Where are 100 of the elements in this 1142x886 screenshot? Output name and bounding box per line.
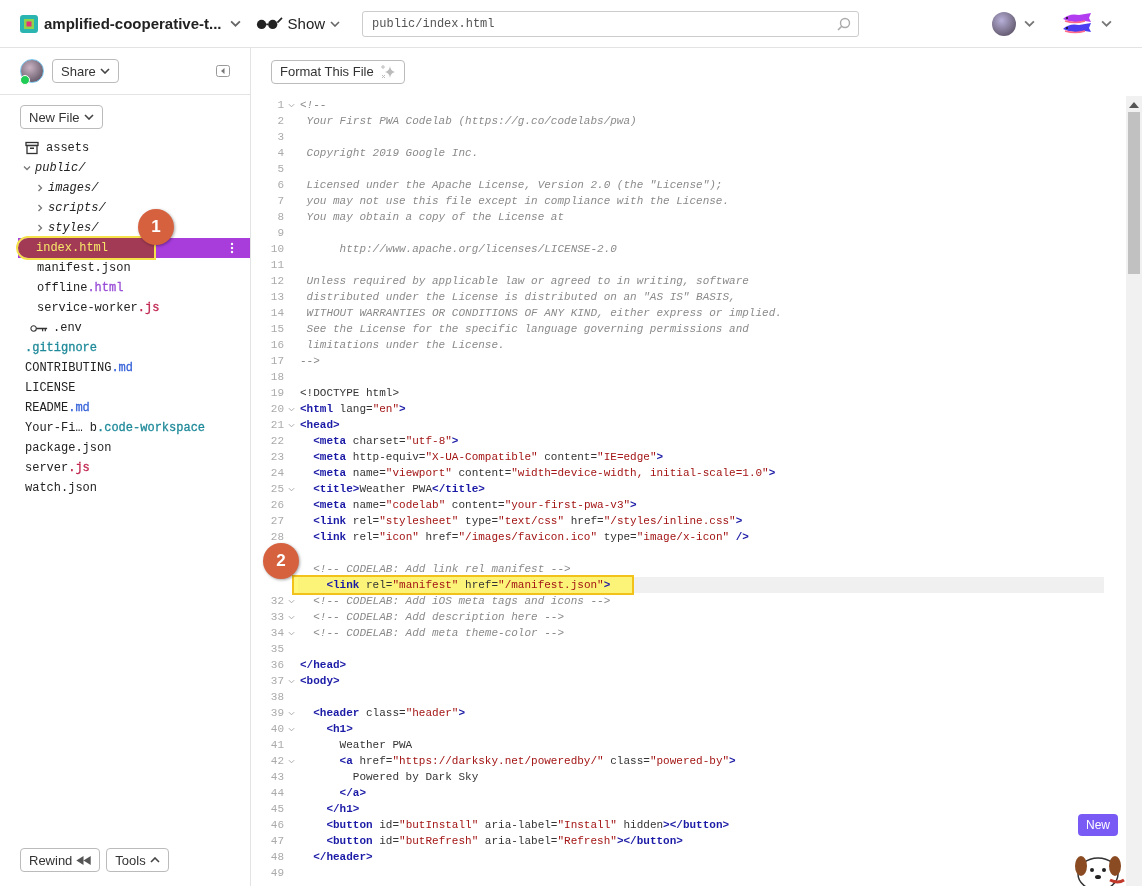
code-line: limitations under the License. <box>305 339 505 351</box>
line-number: 24 <box>269 467 284 479</box>
new-badge[interactable]: New <box>1078 814 1118 836</box>
line-number: 1 <box>276 99 284 111</box>
line-number: 21 <box>269 419 284 431</box>
callout-badge: 1 <box>138 209 174 245</box>
chevron-icon[interactable] <box>1024 20 1035 27</box>
chevron-icon[interactable] <box>35 223 45 233</box>
file-name[interactable]: assets <box>46 141 90 155</box>
file-name[interactable]: watch.json <box>25 481 97 495</box>
line-number: 6 <box>276 179 284 191</box>
file-name[interactable]: service-worker.js <box>37 301 160 315</box>
line-number: 7 <box>276 195 284 207</box>
new-file-button[interactable]: New File <box>20 105 103 129</box>
line-number: 49 <box>269 867 284 879</box>
code-line: <html lang="en"> <box>299 403 406 415</box>
code-line: distributed under the License is distributed on an "AS IS" BASIS, <box>305 291 736 303</box>
line-number: 25 <box>269 483 284 495</box>
online-status-dot <box>20 75 30 85</box>
line-number: 43 <box>269 771 284 783</box>
code-line: <!-- CODELAB: Add iOS meta tags and icons --> <box>312 595 611 607</box>
file-name[interactable]: CONTRIBUTING.md <box>25 361 134 375</box>
code-line: <!-- CODELAB: Add description here --> <box>312 611 565 623</box>
chevron-icon <box>83 114 94 120</box>
code-line: Powered by Dark Sky <box>351 771 479 783</box>
code-line: <link rel="icon" href="/images/favicon.ico" type="image/x-icon" /> <box>312 531 749 543</box>
sparkle-icon <box>379 63 396 80</box>
code-line: </a> <box>338 787 366 799</box>
collapse-sidebar-icon[interactable] <box>216 65 230 77</box>
format-file-button[interactable]: Format This File <box>271 59 405 84</box>
code-line: <!-- CODELAB: Add link rel manifest --> <box>312 563 571 575</box>
file-name[interactable]: server.js <box>25 461 90 475</box>
search-icon[interactable] <box>837 16 852 31</box>
line-number: 45 <box>269 803 284 815</box>
line-number: 23 <box>269 451 284 463</box>
file-name[interactable]: Your-Fi… b.code-workspace <box>25 421 206 435</box>
glasses-icon <box>254 17 283 30</box>
file-name[interactable]: .env <box>53 321 82 335</box>
avatar[interactable] <box>20 59 44 83</box>
file-name[interactable]: public/ <box>35 161 86 175</box>
file-name[interactable]: offline.html <box>37 281 124 295</box>
chevron-icon[interactable] <box>1101 20 1112 27</box>
line-number: 37 <box>269 675 284 687</box>
fish-icon[interactable] <box>1061 11 1093 36</box>
project-logo-icon[interactable] <box>20 14 38 33</box>
line-number: 46 <box>269 819 284 831</box>
line-number: 40 <box>269 723 284 735</box>
chevron-icon[interactable] <box>229 20 241 27</box>
file-name[interactable]: styles/ <box>48 221 99 235</box>
chevron-icon[interactable] <box>35 183 45 193</box>
share-button[interactable]: Share <box>52 59 119 83</box>
line-number: 19 <box>269 387 284 399</box>
file-name[interactable]: scripts/ <box>48 201 106 215</box>
line-number: 2 <box>276 115 284 127</box>
chevron-icon <box>99 68 110 74</box>
scroll-up-icon[interactable] <box>1129 102 1139 108</box>
line-number: 18 <box>269 371 284 383</box>
rewind-icon <box>76 855 92 865</box>
more-icon[interactable] <box>230 242 234 254</box>
line-number: 13 <box>269 291 284 303</box>
line-number: 42 <box>269 755 284 767</box>
file-name[interactable]: .gitignore <box>25 341 97 355</box>
file-name[interactable]: index.html <box>18 238 154 258</box>
line-number: 15 <box>269 323 284 335</box>
code-line: </head> <box>299 659 347 671</box>
line-number: 20 <box>269 403 284 415</box>
code-line: you may not use this file except in compliance with the License. <box>305 195 730 207</box>
search-field[interactable]: public/index.html <box>362 10 860 37</box>
code-line: </h1> <box>325 803 360 815</box>
line-number: 41 <box>269 739 284 751</box>
key-icon <box>30 323 48 333</box>
file-name[interactable]: manifest.json <box>37 261 131 275</box>
code-line: <meta name="viewport" content="width=device-width, initial-scale=1.0"> <box>312 467 776 479</box>
file-name[interactable]: images/ <box>48 181 99 195</box>
file-name[interactable]: README.md <box>25 401 90 415</box>
file-name[interactable]: package.json <box>25 441 112 455</box>
line-number: 32 <box>269 595 284 607</box>
line-number: 28 <box>269 531 284 543</box>
rewind-button[interactable]: Rewind <box>20 848 101 872</box>
code-line: You may obtain a copy of the License at <box>305 211 565 223</box>
file-name[interactable]: LICENSE <box>25 381 76 395</box>
code-line: <a href="https://darksky.net/poweredby/" class="powered-by"> <box>338 755 736 767</box>
line-number: 47 <box>269 835 284 847</box>
avatar[interactable] <box>992 11 1016 36</box>
show-button[interactable]: Show <box>250 15 345 32</box>
code-line: <meta name="codelab" content="your-first-pwa-v3"> <box>312 499 637 511</box>
line-number: 4 <box>276 147 284 159</box>
callout-badge: 2 <box>263 543 299 579</box>
chevron-icon[interactable] <box>22 163 32 173</box>
scroll-thumb[interactable] <box>1128 112 1140 274</box>
project-name[interactable]: amplified-cooperative-t... <box>44 15 222 32</box>
code-line: <meta http-equiv="X-UA-Compatible" content="IE=edge"> <box>312 451 664 463</box>
code-line: <h1> <box>325 723 353 735</box>
chevron-icon[interactable] <box>35 203 45 213</box>
scrollbar[interactable] <box>1126 96 1142 886</box>
code-line: See the License for the specific language governing permissions and <box>305 323 749 335</box>
code-line: Copyright 2019 Google Inc. <box>305 147 479 159</box>
line-number: 35 <box>269 643 284 655</box>
tools-button[interactable]: Tools <box>106 848 169 872</box>
code-line: <meta charset="utf-8"> <box>312 435 459 447</box>
